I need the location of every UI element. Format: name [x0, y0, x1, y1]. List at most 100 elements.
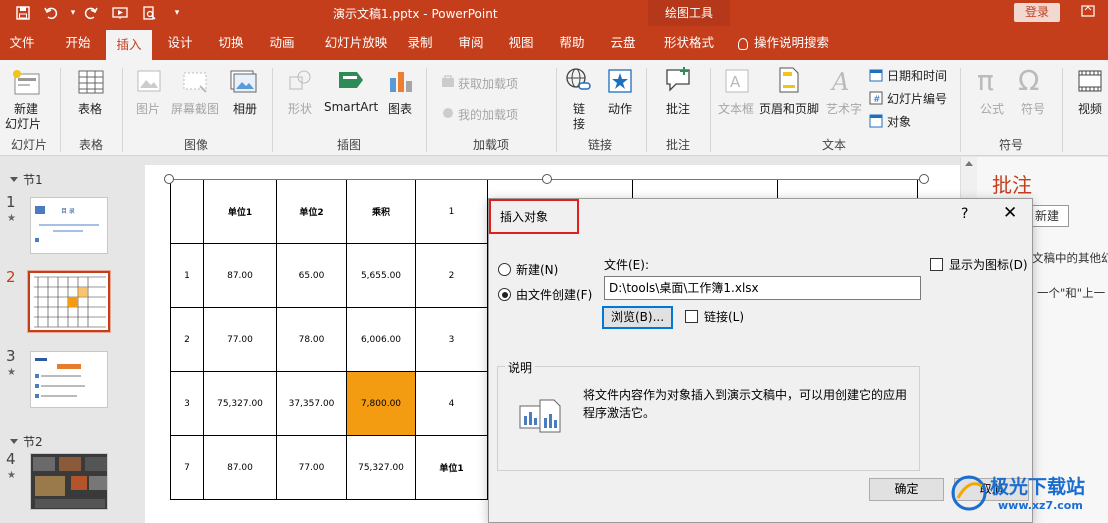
link-checkbox[interactable]	[685, 310, 698, 323]
table-cell[interactable]: 6,006.00	[346, 307, 416, 372]
tell-me-search[interactable]: 操作说明搜索	[738, 26, 848, 60]
table-cell[interactable]: 65.00	[276, 243, 347, 308]
photo-album-button[interactable]: 相册	[233, 100, 257, 117]
close-icon[interactable]: ✕	[1003, 203, 1017, 223]
tab-record[interactable]: 录制	[398, 26, 442, 60]
smartart-button[interactable]: SmartArt	[324, 100, 378, 114]
table-cell[interactable]: 37,357.00	[276, 371, 347, 436]
link-globe-icon[interactable]	[564, 66, 592, 97]
print-preview-icon[interactable]	[138, 3, 160, 23]
section-title-1[interactable]: 节1	[23, 171, 43, 188]
table-cell[interactable]: 78.00	[276, 307, 347, 372]
ok-button[interactable]: 确定	[869, 478, 944, 501]
tab-animations[interactable]: 动画	[260, 26, 304, 60]
table-cell[interactable]: 87.00	[203, 243, 277, 308]
link-checkbox-label[interactable]: 链接(L)	[704, 308, 744, 325]
table-icon[interactable]	[77, 68, 105, 99]
new-slide-icon[interactable]	[12, 68, 42, 101]
save-icon[interactable]	[12, 3, 34, 23]
table-cell[interactable]: 2	[415, 243, 488, 308]
object-button[interactable]: 对象	[887, 113, 911, 130]
radio-create-new[interactable]	[498, 263, 511, 276]
tab-view[interactable]: 视图	[499, 26, 543, 60]
table-cell[interactable]: 1	[415, 179, 488, 244]
browse-button[interactable]: 浏览(B)...	[602, 306, 673, 329]
comment-icon[interactable]	[664, 66, 694, 97]
display-as-icon-label[interactable]: 显示为图标(D)	[949, 256, 1028, 273]
table-cell[interactable]: 单位2	[276, 179, 347, 244]
tab-design[interactable]: 设计	[158, 26, 202, 60]
chart-icon[interactable]	[387, 68, 415, 97]
radio-create-new-label[interactable]: 新建(N)	[516, 261, 558, 278]
slide-thumbnail-4[interactable]	[30, 453, 108, 510]
section-title-2[interactable]: 节2	[23, 433, 43, 450]
tab-cloud[interactable]: 云盘	[601, 26, 645, 60]
ribbon-display-options-icon[interactable]	[1076, 3, 1100, 23]
slide-number-button[interactable]: 幻灯片编号	[887, 90, 947, 107]
tab-home[interactable]: 开始	[56, 26, 100, 60]
scroll-up-icon[interactable]	[965, 161, 973, 166]
new-slide-label-2[interactable]: 幻灯片	[5, 115, 41, 132]
section-collapse-icon[interactable]	[10, 439, 18, 444]
table-cell[interactable]: 75,327.00	[203, 371, 277, 436]
link-label-2[interactable]: 接	[573, 115, 585, 132]
tab-transitions[interactable]: 切换	[209, 26, 253, 60]
login-button[interactable]: 登录	[1014, 3, 1060, 22]
table-cell[interactable]: 75,327.00	[346, 435, 416, 500]
tab-help[interactable]: 帮助	[550, 26, 594, 60]
display-as-icon-checkbox[interactable]	[930, 258, 943, 271]
photo-album-icon[interactable]	[229, 68, 257, 97]
object-icon[interactable]	[869, 114, 883, 131]
chart-button[interactable]: 图表	[388, 100, 412, 117]
table-cell[interactable]: 5,655.00	[346, 243, 416, 308]
video-icon[interactable]	[1077, 68, 1103, 97]
table-cell[interactable]: 单位1	[203, 179, 277, 244]
slide-thumbnail-3[interactable]	[30, 351, 108, 408]
tab-review[interactable]: 审阅	[449, 26, 493, 60]
smartart-icon[interactable]	[337, 68, 367, 97]
table-cell[interactable]: 7	[170, 435, 204, 500]
action-star-icon[interactable]	[607, 68, 633, 97]
undo-icon[interactable]	[40, 3, 62, 23]
action-button[interactable]: 动作	[608, 100, 632, 117]
slide-thumbnail-2[interactable]	[27, 270, 111, 333]
comment-button[interactable]: 批注	[666, 100, 690, 117]
present-from-start-icon[interactable]	[109, 3, 131, 23]
table-cell[interactable]: 3	[415, 307, 488, 372]
table-cell-highlighted[interactable]: 7,800.00	[346, 371, 416, 436]
header-footer-icon[interactable]	[777, 66, 801, 97]
redo-icon[interactable]	[80, 3, 102, 23]
table-cell[interactable]: 3	[170, 371, 204, 436]
get-addins-button: 获取加载项	[458, 77, 519, 91]
table-cell[interactable]: 乘积	[346, 179, 416, 244]
table-cell[interactable]: 单位1	[415, 435, 488, 500]
table-cell[interactable]: 87.00	[203, 435, 277, 500]
radio-create-from-file[interactable]	[498, 288, 511, 301]
table-cell[interactable]: 2	[170, 307, 204, 372]
header-footer-button[interactable]: 页眉和页脚	[759, 100, 819, 117]
tab-shape-format[interactable]: 形状格式	[656, 26, 722, 60]
tab-insert[interactable]: 插入	[106, 30, 152, 60]
customize-toolbar-icon[interactable]: ▾	[166, 3, 188, 23]
video-button[interactable]: 视频	[1078, 100, 1102, 117]
slide-thumbnail-1[interactable]: 目 录	[30, 197, 108, 254]
table-cell[interactable]	[170, 179, 204, 244]
slide-number-icon[interactable]: #	[869, 91, 883, 108]
radio-create-from-file-label[interactable]: 由文件创建(F)	[516, 286, 592, 303]
file-path-field[interactable]: D:\tools\桌面\工作簿1.xlsx	[604, 276, 921, 300]
tab-slideshow[interactable]: 幻灯片放映	[316, 26, 396, 60]
datetime-icon[interactable]	[869, 68, 883, 85]
section-collapse-icon[interactable]	[10, 177, 18, 182]
table-button[interactable]: 表格	[78, 100, 102, 117]
shapes-button: 形状	[288, 102, 313, 116]
resize-handle[interactable]	[164, 174, 174, 184]
table-cell[interactable]: 77.00	[276, 435, 347, 500]
resize-handle[interactable]	[919, 174, 929, 184]
help-icon[interactable]: ?	[961, 206, 968, 222]
tab-file[interactable]: 文件	[0, 26, 44, 60]
table-cell[interactable]: 1	[170, 243, 204, 308]
datetime-button[interactable]: 日期和时间	[887, 67, 947, 84]
table-cell[interactable]: 77.00	[203, 307, 277, 372]
table-cell[interactable]: 4	[415, 371, 488, 436]
resize-handle[interactable]	[542, 174, 552, 184]
